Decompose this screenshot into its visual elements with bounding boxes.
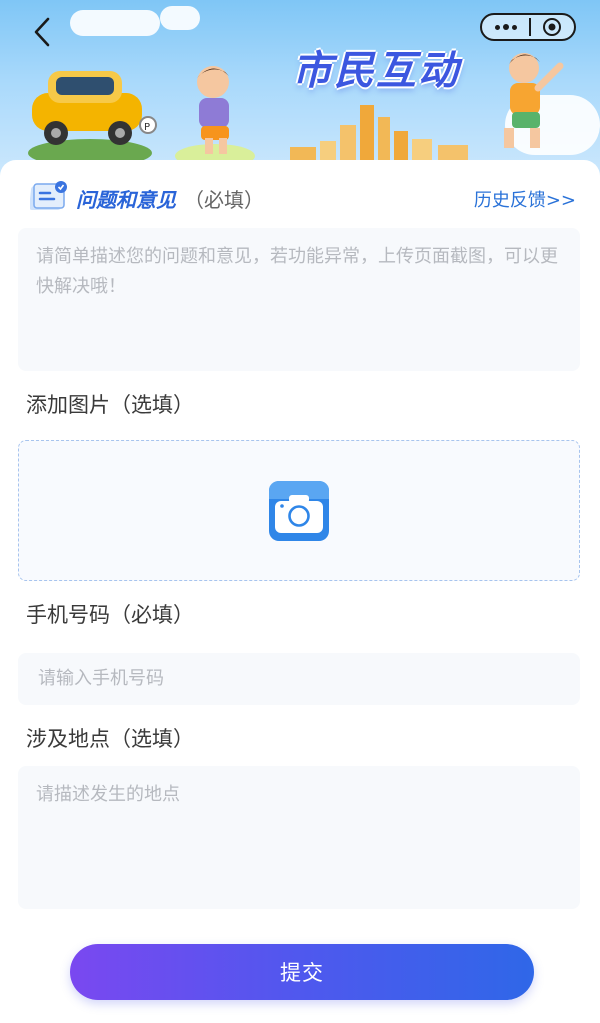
submit-button[interactable]: 提交	[70, 944, 534, 1000]
feedback-textarea[interactable]: 请简单描述您的问题和意见，若功能异常，上传页面截图，可以更快解决哦！	[18, 228, 580, 371]
phone-input[interactable]: 请输入手机号码	[18, 653, 580, 705]
banner-title: 市民互动	[292, 48, 460, 94]
feedback-section-header: 问题和意见 （必填）	[30, 170, 264, 226]
add-image-label: 添加图片（选填）	[26, 393, 194, 417]
mini-program-capsule	[480, 13, 576, 41]
feedback-form-card: 问题和意见 （必填） 历史反馈>> 请简单描述您的问题和意见，若功能异常，上传页…	[0, 160, 600, 1023]
history-feedback-link[interactable]: 历史反馈>>	[474, 186, 576, 212]
image-upload-area[interactable]	[18, 440, 580, 581]
header-banner: P 市民互动	[0, 0, 600, 180]
car-illustration: P	[28, 71, 157, 165]
location-textarea[interactable]: 请描述发生的地点	[18, 766, 580, 909]
phone-placeholder: 请输入手机号码	[38, 668, 164, 689]
svg-text:P: P	[144, 122, 150, 133]
back-button[interactable]	[24, 14, 60, 50]
feedback-title: 问题和意见	[76, 187, 176, 212]
cloud-decoration	[70, 10, 160, 36]
more-dots-icon	[494, 24, 500, 30]
target-close-icon	[543, 18, 562, 36]
more-button[interactable]	[482, 15, 529, 39]
camera-icon[interactable]	[269, 480, 329, 541]
chevron-left-icon	[34, 17, 50, 47]
waving-character-illustration	[504, 53, 564, 148]
feedback-placeholder: 请简单描述您的问题和意见，若功能异常，上传页面截图，可以更快解决哦！	[36, 246, 558, 297]
location-placeholder: 请描述发生的地点	[36, 784, 180, 805]
close-button[interactable]	[531, 15, 575, 39]
feedback-card-icon	[30, 181, 67, 210]
location-label: 涉及地点（选填）	[26, 727, 194, 751]
cloud-decoration	[160, 6, 200, 30]
phone-label: 手机号码（必填）	[26, 603, 194, 627]
feedback-required-tag: （必填）	[184, 187, 264, 212]
city-skyline-illustration	[290, 105, 468, 165]
character-illustration	[175, 66, 255, 168]
